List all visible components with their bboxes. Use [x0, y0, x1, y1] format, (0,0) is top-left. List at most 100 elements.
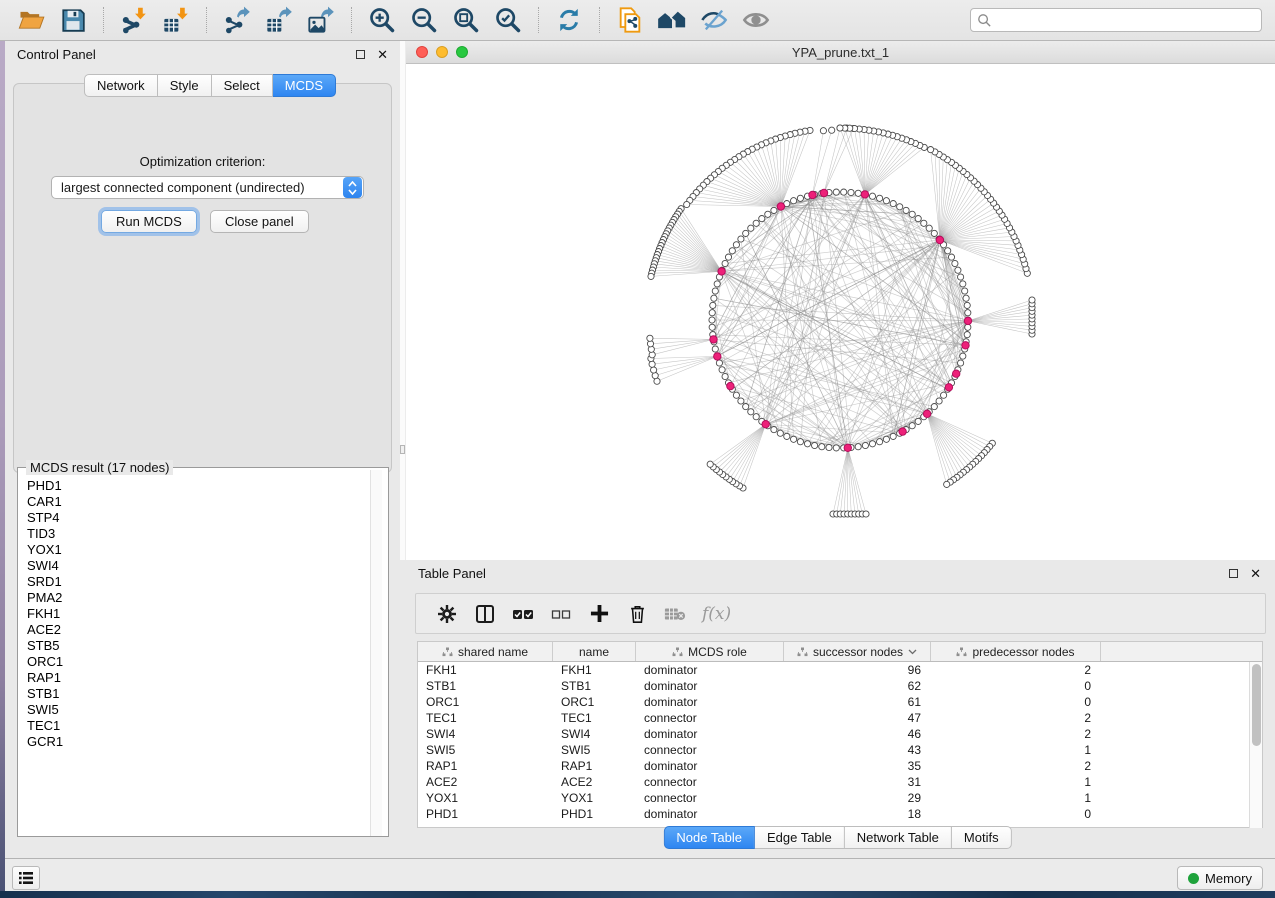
ring-node[interactable]: [777, 430, 783, 436]
tab-node-table[interactable]: Node Table: [663, 826, 755, 849]
mcds-hub-node[interactable]: [962, 342, 969, 349]
mcds-hub-node[interactable]: [936, 236, 943, 243]
ring-node[interactable]: [771, 207, 777, 213]
mcds-result-item[interactable]: STB1: [19, 686, 371, 702]
ring-node[interactable]: [931, 404, 937, 410]
column-header-predecessor-nodes[interactable]: predecessor nodes: [931, 642, 1101, 661]
ring-node[interactable]: [812, 442, 818, 448]
ring-node[interactable]: [712, 346, 718, 352]
ring-node[interactable]: [738, 236, 744, 242]
ring-node[interactable]: [926, 225, 932, 231]
ring-node[interactable]: [855, 190, 861, 196]
ring-node[interactable]: [915, 418, 921, 424]
add-row-icon[interactable]: [582, 599, 616, 629]
ring-node[interactable]: [948, 254, 954, 260]
ring-node[interactable]: [958, 360, 964, 366]
leaf-node[interactable]: [829, 127, 835, 133]
ring-node[interactable]: [797, 439, 803, 445]
show-all-icon[interactable]: [741, 5, 771, 35]
float-panel-icon[interactable]: [1229, 569, 1238, 578]
ring-node[interactable]: [903, 207, 909, 213]
mcds-hub-node[interactable]: [923, 410, 930, 417]
ring-node[interactable]: [897, 204, 903, 210]
hide-selected-icon[interactable]: [699, 5, 729, 35]
ring-node[interactable]: [883, 198, 889, 204]
criterion-dropdown[interactable]: largest connected component (undirected): [51, 176, 364, 199]
ring-node[interactable]: [784, 433, 790, 439]
export-network-icon[interactable]: [222, 5, 252, 35]
ring-node[interactable]: [709, 317, 715, 323]
ring-node[interactable]: [791, 198, 797, 204]
refresh-icon[interactable]: [554, 5, 584, 35]
ring-node[interactable]: [964, 332, 970, 338]
show-columns-icon[interactable]: [468, 599, 502, 629]
mcds-result-item[interactable]: YOX1: [19, 542, 371, 558]
mcds-result-item[interactable]: PMA2: [19, 590, 371, 606]
ring-node[interactable]: [826, 444, 832, 450]
ring-node[interactable]: [722, 260, 728, 266]
run-mcds-button[interactable]: Run MCDS: [101, 210, 197, 233]
tab-select[interactable]: Select: [212, 74, 273, 97]
ring-node[interactable]: [765, 211, 771, 217]
mcds-list-scrollbar[interactable]: [370, 470, 382, 836]
ring-node[interactable]: [738, 398, 744, 404]
ring-node[interactable]: [952, 260, 958, 266]
ring-node[interactable]: [759, 216, 765, 222]
leaf-node[interactable]: [684, 201, 690, 207]
column-header-successor-nodes[interactable]: successor nodes: [784, 642, 931, 661]
mcds-result-item[interactable]: PHD1: [19, 478, 371, 494]
import-network-icon[interactable]: [119, 5, 149, 35]
filter-caret-icon[interactable]: [908, 649, 917, 655]
ring-node[interactable]: [921, 220, 927, 226]
close-panel-button[interactable]: Close panel: [210, 210, 309, 233]
mcds-result-item[interactable]: STP4: [19, 510, 371, 526]
ring-node[interactable]: [710, 302, 716, 308]
table-row[interactable]: YOX1YOX1connector291: [418, 790, 1262, 806]
mcds-hub-node[interactable]: [777, 203, 784, 210]
mcds-hub-node[interactable]: [945, 384, 952, 391]
mcds-result-item[interactable]: SWI4: [19, 558, 371, 574]
mcds-hub-node[interactable]: [727, 382, 734, 389]
ring-node[interactable]: [962, 288, 968, 294]
ring-node[interactable]: [965, 310, 971, 316]
table-row[interactable]: SWI5SWI5connector431: [418, 742, 1262, 758]
ring-node[interactable]: [960, 281, 966, 287]
mcds-result-item[interactable]: ACE2: [19, 622, 371, 638]
zoom-in-icon[interactable]: [367, 5, 397, 35]
ring-node[interactable]: [748, 409, 754, 415]
ring-node[interactable]: [877, 195, 883, 201]
ring-node[interactable]: [722, 373, 728, 379]
table-row[interactable]: SWI4SWI4dominator462: [418, 726, 1262, 742]
ring-node[interactable]: [709, 310, 715, 316]
table-scrollbar[interactable]: [1249, 662, 1262, 828]
ring-node[interactable]: [791, 436, 797, 442]
tab-edge-table[interactable]: Edge Table: [755, 826, 845, 849]
mcds-result-item[interactable]: RAP1: [19, 670, 371, 686]
export-image-icon[interactable]: [306, 5, 336, 35]
ring-node[interactable]: [965, 324, 971, 330]
leaf-node[interactable]: [928, 147, 934, 153]
ring-node[interactable]: [855, 444, 861, 450]
ring-node[interactable]: [955, 267, 961, 273]
ring-node[interactable]: [753, 220, 759, 226]
ring-node[interactable]: [960, 353, 966, 359]
ring-node[interactable]: [771, 427, 777, 433]
tab-style[interactable]: Style: [158, 74, 212, 97]
mcds-hub-node[interactable]: [718, 268, 725, 275]
ring-node[interactable]: [909, 211, 915, 217]
ring-node[interactable]: [848, 189, 854, 195]
leaf-node[interactable]: [707, 461, 713, 467]
ring-node[interactable]: [733, 242, 739, 248]
clone-network-icon[interactable]: [615, 5, 645, 35]
ring-node[interactable]: [804, 441, 810, 447]
leaf-node[interactable]: [649, 361, 655, 367]
open-file-icon[interactable]: [16, 5, 46, 35]
ring-node[interactable]: [819, 444, 825, 450]
mcds-hub-node[interactable]: [953, 370, 960, 377]
table-row[interactable]: FKH1FKH1dominator962: [418, 662, 1262, 678]
column-header-shared-name[interactable]: shared name: [418, 642, 553, 661]
mcds-hub-node[interactable]: [844, 444, 851, 451]
ring-node[interactable]: [909, 423, 915, 429]
table-row[interactable]: ACE2ACE2connector311: [418, 774, 1262, 790]
ring-node[interactable]: [841, 189, 847, 195]
